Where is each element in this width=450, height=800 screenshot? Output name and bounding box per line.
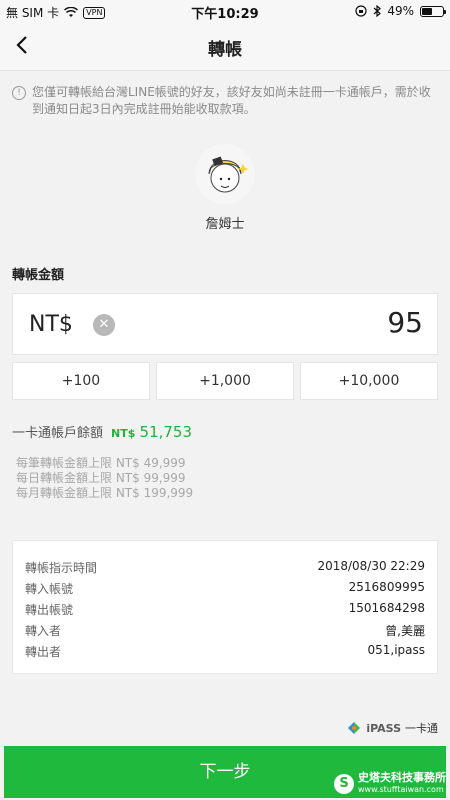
detail-row: 轉帳指示時間 2018/08/30 22:29 [25, 559, 425, 579]
quick-add-row: +100 +1,000 +10,000 [12, 362, 438, 400]
add-10000-button[interactable]: +10,000 [300, 362, 438, 400]
detail-row: 轉出者 051,ipass [25, 643, 425, 663]
limit-daily: 每日轉帳金額上限 NT$ 99,999 [16, 471, 186, 485]
transfer-notice: ! 您僅可轉帳給台灣LINE帳號的好友，該好友如尚未註冊一卡通帳戶，需於收到通知… [12, 84, 432, 118]
detail-row: 轉入者 曾,美麗 [25, 622, 425, 642]
ipass-logo-text: iPASS [366, 721, 401, 735]
status-bar: 無 SIM 卡 VPN 下午10:29 49% [0, 0, 450, 22]
transfer-details-card: 轉帳指示時間 2018/08/30 22:29 轉入帳號 2516809995 … [12, 540, 438, 674]
balance-value: 51,753 [139, 423, 193, 441]
battery-percent: 49% [387, 4, 414, 18]
balance-label: 一卡通帳戶餘額 [12, 426, 104, 441]
page-title: 轉帳 [208, 40, 242, 60]
detail-value: 2018/08/30 22:29 [317, 559, 425, 573]
orientation-lock-icon [355, 5, 367, 17]
detail-row: 轉入帳號 2516809995 [25, 580, 425, 600]
detail-label: 轉帳指示時間 [25, 561, 98, 575]
ipass-label: 一卡通 [405, 722, 438, 735]
watermark-title: 史塔夫科技事務所 [358, 771, 446, 784]
bluetooth-icon [373, 5, 382, 17]
limit-per-transfer: 每筆轉帳金額上限 NT$ 49,999 [16, 456, 186, 470]
detail-row: 轉出帳號 1501684298 [25, 601, 425, 621]
balance-row: 一卡通帳戶餘額 NT$ 51,753 [12, 422, 192, 441]
detail-value: 曾,美麗 [385, 624, 425, 638]
battery-icon [420, 5, 446, 17]
detail-value: 2516809995 [348, 580, 425, 594]
ipass-brand: iPASS 一卡通 [346, 720, 438, 736]
detail-label: 轉出者 [25, 645, 62, 659]
amount-input[interactable]: NT$ ✕ 95 [12, 293, 438, 355]
recipient-avatar [195, 144, 255, 204]
watermark: S 史塔夫科技事務所 www.stufftaiwan.com [334, 772, 446, 796]
detail-value: 051,ipass [367, 643, 425, 657]
watermark-url: www.stufftaiwan.com [358, 785, 444, 794]
add-100-button[interactable]: +100 [12, 362, 150, 400]
transfer-limits: 每筆轉帳金額上限 NT$ 49,999 每日轉帳金額上限 NT$ 99,999 … [16, 456, 193, 501]
detail-label: 轉出帳號 [25, 603, 74, 617]
limit-monthly: 每月轉帳金額上限 NT$ 199,999 [16, 486, 194, 500]
balance-currency: NT$ [111, 427, 136, 440]
detail-label: 轉入帳號 [25, 582, 74, 596]
ipass-logo-icon [348, 722, 361, 734]
amount-value: 95 [387, 306, 423, 339]
nav-bar: 轉帳 [0, 22, 450, 71]
detail-value: 1501684298 [348, 601, 425, 615]
info-icon: ! [12, 86, 26, 100]
watermark-logo-icon: S [334, 774, 354, 794]
recipient-name: 詹姆士 [205, 217, 245, 232]
amount-section-label: 轉帳金額 [12, 268, 65, 283]
add-1000-button[interactable]: +1,000 [156, 362, 294, 400]
currency-label: NT$ [29, 312, 73, 337]
detail-label: 轉入者 [25, 624, 62, 638]
clear-icon[interactable]: ✕ [93, 314, 115, 336]
notice-text: 您僅可轉帳給台灣LINE帳號的好友，該好友如尚未註冊一卡通帳戶，需於收到通知日起… [32, 85, 431, 116]
